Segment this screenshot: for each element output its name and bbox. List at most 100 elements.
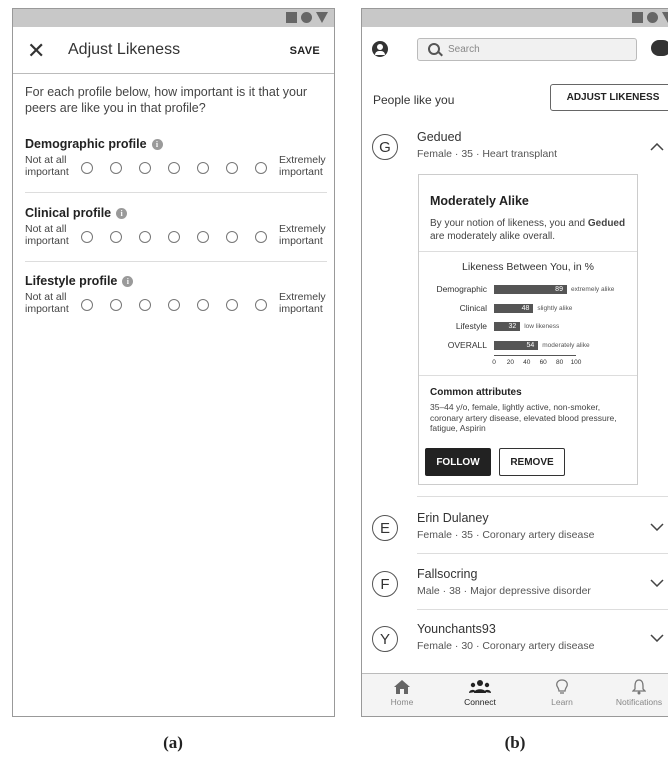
importance-radio[interactable] <box>81 231 93 243</box>
square-icon <box>632 12 643 23</box>
people-icon <box>445 679 515 695</box>
card-title: Moderately Alike <box>430 194 529 208</box>
bell-icon <box>604 679 668 695</box>
chart-category-label: Demographic <box>436 284 487 294</box>
nav-label: Notifications <box>615 697 663 707</box>
chart-tick-label: 20 <box>506 359 514 366</box>
remove-button[interactable]: REMOVE <box>499 448 565 476</box>
avatar: F <box>372 571 398 597</box>
profile-icon[interactable] <box>372 41 388 57</box>
importance-radio[interactable] <box>226 231 238 243</box>
importance-radio[interactable] <box>255 162 267 174</box>
importance-radio[interactable] <box>139 162 151 174</box>
chart-value-label: 48 <box>521 304 530 312</box>
divider <box>25 261 327 262</box>
chevron-down-icon[interactable] <box>650 520 664 534</box>
chart-category-label: Lifestyle <box>455 321 487 331</box>
importance-radio[interactable] <box>168 162 180 174</box>
importance-radio[interactable] <box>255 231 267 243</box>
chevron-up-icon[interactable] <box>650 140 664 154</box>
avatar: Y <box>372 626 398 652</box>
info-icon[interactable]: i <box>122 275 134 287</box>
info-icon[interactable]: i <box>151 138 163 150</box>
follow-button[interactable]: FOLLOW <box>425 448 491 476</box>
demographic-profile: Demographic profile i Not at all importa… <box>25 137 327 178</box>
importance-radio[interactable] <box>168 231 180 243</box>
chart-tick-label: 0 <box>492 359 496 366</box>
importance-scale: Not at all important Extremely important <box>25 291 327 319</box>
scale-high-label: Extremely important <box>279 223 326 247</box>
lightbulb-icon <box>527 679 597 695</box>
importance-radio[interactable] <box>110 162 122 174</box>
avatar: G <box>372 134 398 160</box>
common-attributes-title: Common attributes <box>430 387 522 398</box>
nav-label: Home <box>390 697 414 707</box>
triangle-icon <box>316 12 328 23</box>
avatar: E <box>372 515 398 541</box>
scale-low-label: Not at all important <box>25 223 69 247</box>
nav-learn[interactable]: Learn <box>527 679 597 707</box>
importance-radio[interactable] <box>139 299 151 311</box>
importance-radio[interactable] <box>139 231 151 243</box>
chart-annotation: slightly alike <box>537 304 573 312</box>
caption-a: (a) <box>163 733 183 752</box>
importance-radio[interactable] <box>226 162 238 174</box>
importance-radio[interactable] <box>197 162 209 174</box>
save-button[interactable]: SAVE <box>290 45 320 57</box>
circle-icon <box>301 12 312 23</box>
importance-radio[interactable] <box>81 162 93 174</box>
importance-radio[interactable] <box>81 299 93 311</box>
clinical-profile: Clinical profile i Not at all important … <box>25 206 327 247</box>
card-text: By your notion of likeness, you and Gedu… <box>430 218 626 242</box>
status-bar <box>13 9 334 27</box>
importance-radio[interactable] <box>226 299 238 311</box>
nav-notifications[interactable]: Notifications <box>604 679 668 707</box>
connect-screen: Search People like you ADJUST LIKENESS G… <box>361 8 668 717</box>
chart-tick-label: 100 <box>570 359 582 366</box>
importance-radio[interactable] <box>197 299 209 311</box>
chart-annotation: low likeness <box>524 323 560 330</box>
chart-value-label: 32 <box>508 323 517 330</box>
top-bar: Search <box>362 27 668 73</box>
importance-radio[interactable] <box>168 299 180 311</box>
profile-label: Demographic profile <box>25 137 147 151</box>
divider <box>417 496 668 497</box>
triangle-icon <box>662 12 668 23</box>
person-desc: Female · 35 · Heart transplant <box>417 148 558 160</box>
divider <box>419 375 637 376</box>
person-desc: Female · 30 · Coronary artery disease <box>417 640 595 652</box>
chat-icon[interactable] <box>651 40 668 56</box>
person-name: Gedued <box>417 130 462 144</box>
likeness-card: Moderately Alike By your notion of liken… <box>418 174 638 485</box>
chart-annotation: extremely alike <box>570 286 615 293</box>
nav-label: Connect <box>464 697 496 707</box>
importance-radio[interactable] <box>197 231 209 243</box>
importance-radio[interactable] <box>110 231 122 243</box>
search-icon <box>428 43 440 55</box>
status-bar <box>362 9 668 27</box>
scale-low-label: Not at all important <box>25 154 69 178</box>
nav-home[interactable]: Home <box>367 679 437 707</box>
lifestyle-profile: Lifestyle profile i Not at all important… <box>25 274 327 315</box>
person-desc: Male · 38 · Major depressive disorder <box>417 585 591 597</box>
importance-radio[interactable] <box>255 299 267 311</box>
close-icon[interactable]: ✕ <box>27 38 45 64</box>
chart-annotation: moderately alike <box>542 341 590 349</box>
importance-radio[interactable] <box>110 299 122 311</box>
divider <box>417 553 668 554</box>
scale-low-label: Not at all important <box>25 291 69 315</box>
scale-high-label: Extremely important <box>279 291 326 315</box>
chart-category-label: OVERALL <box>447 339 487 350</box>
nav-connect[interactable]: Connect <box>445 679 515 707</box>
chevron-down-icon[interactable] <box>650 631 664 645</box>
person-desc: Female · 35 · Coronary artery disease <box>417 529 595 541</box>
intro-text: For each profile below, how important is… <box>25 85 308 115</box>
person-name: Erin Dulaney <box>417 511 489 525</box>
search-input[interactable]: Search <box>417 38 637 61</box>
adjust-likeness-button[interactable]: ADJUST LIKENESS <box>550 84 668 111</box>
profile-label: Lifestyle profile <box>25 274 118 288</box>
chevron-down-icon[interactable] <box>650 576 664 590</box>
info-icon[interactable]: i <box>116 207 128 219</box>
profile-label: Clinical profile <box>25 206 112 220</box>
divider <box>417 609 668 610</box>
